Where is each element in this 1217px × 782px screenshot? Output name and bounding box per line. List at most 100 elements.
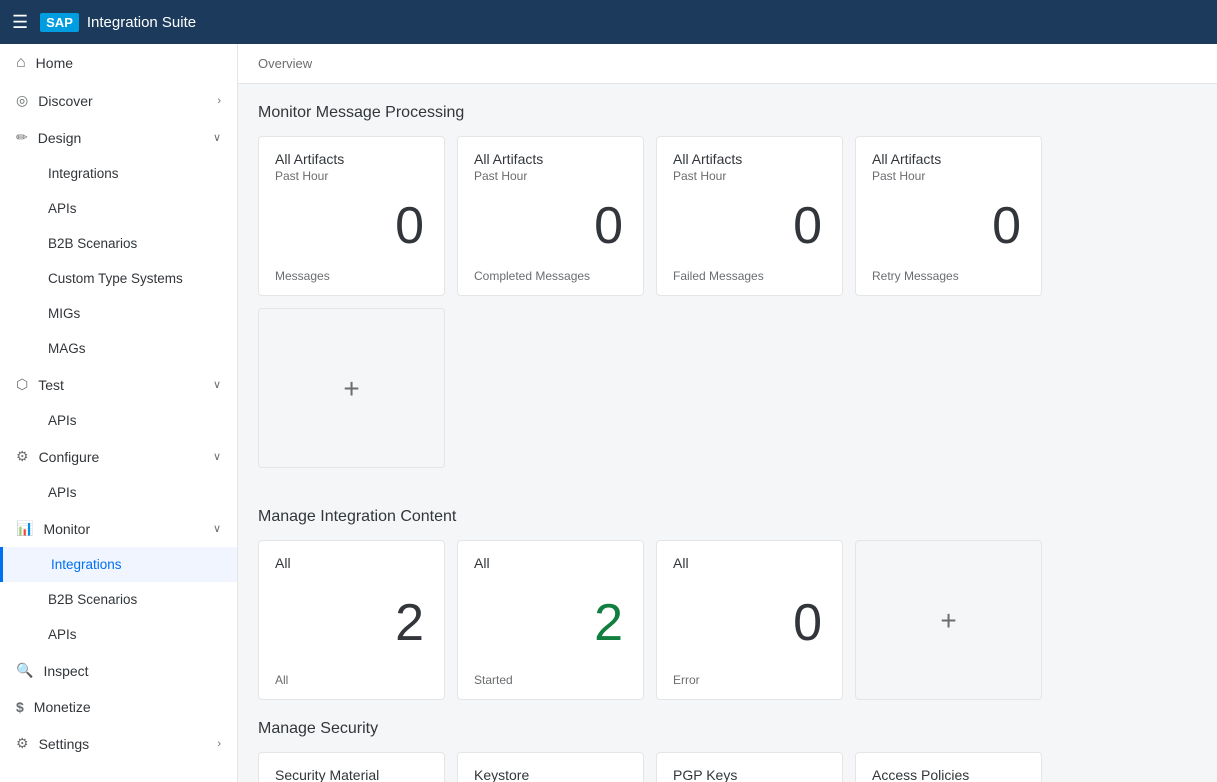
sidebar-inspect-label: Inspect bbox=[43, 663, 221, 679]
main-layout: ⌂ Home ◎ Discover › ✏ Design ∨ Integrati… bbox=[0, 44, 1217, 782]
manage-security-section: Manage Security Security Material 0 Arti… bbox=[238, 720, 1217, 782]
card-msg-retry[interactable]: All Artifacts Past Hour 0 Retry Messages bbox=[855, 136, 1042, 296]
card-int-started-header-main: All bbox=[474, 555, 627, 571]
sidebar-item-monetize[interactable]: $ Monetize bbox=[0, 689, 237, 725]
manage-security-cards: Security Material 0 Artifacts Keystore 8… bbox=[258, 752, 1197, 782]
inspect-icon: 🔍 bbox=[16, 662, 33, 679]
card-sec-keystore[interactable]: Keystore 8 Entries bbox=[457, 752, 644, 782]
sidebar-item-test[interactable]: ⬡ Test ∨ bbox=[0, 366, 237, 403]
chevron-down-icon: ∨ bbox=[213, 131, 221, 144]
card-msg-failed-footer: Failed Messages bbox=[673, 269, 826, 283]
chevron-down-icon-configure: ∨ bbox=[213, 450, 221, 463]
monitor-message-title: Monitor Message Processing bbox=[258, 104, 1197, 122]
card-msg-failed-header-sub: Past Hour bbox=[673, 169, 826, 183]
manage-integration-section: Manage Integration Content All 2 All All… bbox=[238, 488, 1217, 700]
card-msg-all[interactable]: All Artifacts Past Hour 0 Messages bbox=[258, 136, 445, 296]
settings-icon: ⚙ bbox=[16, 735, 29, 752]
home-icon: ⌂ bbox=[16, 54, 26, 72]
card-msg-completed[interactable]: All Artifacts Past Hour 0 Completed Mess… bbox=[457, 136, 644, 296]
card-msg-failed[interactable]: All Artifacts Past Hour 0 Failed Message… bbox=[656, 136, 843, 296]
monitor-message-section: Monitor Message Processing All Artifacts… bbox=[238, 84, 1217, 468]
sidebar-item-inspect[interactable]: 🔍 Inspect bbox=[0, 652, 237, 689]
card-msg-retry-header-main: All Artifacts bbox=[872, 151, 1025, 167]
sidebar-item-monitor-b2b[interactable]: B2B Scenarios bbox=[0, 582, 237, 617]
sidebar-b2b-label: B2B Scenarios bbox=[48, 236, 221, 251]
sidebar-item-custom-type[interactable]: Custom Type Systems bbox=[0, 261, 237, 296]
card-sec-pgp-header: PGP Keys bbox=[673, 767, 826, 782]
manage-integration-cards: All 2 All All 2 Started All 0 Err bbox=[258, 540, 1197, 700]
configure-icon: ⚙ bbox=[16, 448, 29, 465]
sidebar-item-monitor-apis[interactable]: APIs bbox=[0, 617, 237, 652]
card-int-all-number: 2 bbox=[275, 573, 428, 673]
sidebar-monitor-b2b-label: B2B Scenarios bbox=[48, 592, 221, 607]
sidebar-item-test-apis[interactable]: APIs bbox=[0, 403, 237, 438]
hamburger-icon[interactable]: ☰ bbox=[12, 12, 28, 33]
card-int-started-number: 2 bbox=[474, 573, 627, 673]
card-msg-all-header-main: All Artifacts bbox=[275, 151, 428, 167]
card-msg-completed-header-main: All Artifacts bbox=[474, 151, 627, 167]
breadcrumb: Overview bbox=[238, 44, 1217, 84]
card-sec-pgp[interactable]: PGP Keys 0 Keys bbox=[656, 752, 843, 782]
sidebar-item-configure[interactable]: ⚙ Configure ∨ bbox=[0, 438, 237, 475]
card-msg-all-footer: Messages bbox=[275, 269, 428, 283]
add-icon: + bbox=[343, 373, 359, 405]
sidebar-apis-label: APIs bbox=[48, 201, 221, 216]
sidebar-migs-label: MIGs bbox=[48, 306, 221, 321]
logo: SAP Integration Suite bbox=[40, 13, 196, 32]
card-sec-keystore-header: Keystore bbox=[474, 767, 627, 782]
sidebar-item-b2b[interactable]: B2B Scenarios bbox=[0, 226, 237, 261]
manage-security-title: Manage Security bbox=[258, 720, 1197, 738]
sidebar-monitor-integrations-label: Integrations bbox=[51, 557, 221, 572]
sidebar-item-settings[interactable]: ⚙ Settings › bbox=[0, 725, 237, 762]
sidebar-item-design[interactable]: ✏ Design ∨ bbox=[0, 119, 237, 156]
sidebar-test-apis-label: APIs bbox=[48, 413, 221, 428]
card-sec-material-header: Security Material bbox=[275, 767, 428, 782]
card-int-all-header-main: All bbox=[275, 555, 428, 571]
sidebar-configure-apis-label: APIs bbox=[48, 485, 221, 500]
chevron-down-icon-test: ∨ bbox=[213, 378, 221, 391]
sidebar-label: Home bbox=[36, 55, 221, 71]
test-icon: ⬡ bbox=[16, 376, 28, 393]
sidebar-mags-label: MAGs bbox=[48, 341, 221, 356]
card-msg-add[interactable]: + bbox=[258, 308, 445, 468]
card-msg-all-header-sub: Past Hour bbox=[275, 169, 428, 183]
sidebar-design-label: Design bbox=[38, 130, 203, 146]
card-int-all-footer: All bbox=[275, 673, 428, 687]
card-sec-material[interactable]: Security Material 0 Artifacts bbox=[258, 752, 445, 782]
topbar: ☰ SAP Integration Suite bbox=[0, 0, 1217, 44]
card-msg-completed-number: 0 bbox=[474, 183, 627, 269]
card-int-started-footer: Started bbox=[474, 673, 627, 687]
card-int-started[interactable]: All 2 Started bbox=[457, 540, 644, 700]
sidebar-item-monitor[interactable]: 📊 Monitor ∨ bbox=[0, 510, 237, 547]
card-msg-retry-number: 0 bbox=[872, 183, 1025, 269]
sidebar-settings-label: Settings bbox=[39, 736, 208, 752]
add-icon-int: + bbox=[940, 605, 956, 637]
sidebar-item-configure-apis[interactable]: APIs bbox=[0, 475, 237, 510]
sidebar-monetize-label: Monetize bbox=[34, 699, 221, 715]
card-sec-access-header: Access Policies bbox=[872, 767, 1025, 782]
sidebar-test-label: Test bbox=[38, 377, 203, 393]
card-int-error-number: 0 bbox=[673, 573, 826, 673]
sidebar-configure-label: Configure bbox=[39, 449, 203, 465]
card-msg-failed-number: 0 bbox=[673, 183, 826, 269]
monitor-icon: 📊 bbox=[16, 520, 33, 537]
sidebar-integrations-label: Integrations bbox=[48, 166, 221, 181]
sidebar-discover-label: Discover bbox=[38, 93, 207, 109]
sidebar-item-migs[interactable]: MIGs bbox=[0, 296, 237, 331]
sidebar-item-monitor-integrations[interactable]: Integrations bbox=[0, 547, 237, 582]
sidebar-monitor-label: Monitor bbox=[43, 521, 203, 537]
monitor-message-cards: All Artifacts Past Hour 0 Messages All A… bbox=[258, 136, 1197, 468]
sidebar-custom-type-label: Custom Type Systems bbox=[48, 271, 221, 286]
sidebar-item-integrations[interactable]: Integrations bbox=[0, 156, 237, 191]
sidebar-item-discover[interactable]: ◎ Discover › bbox=[0, 82, 237, 119]
sidebar-item-home[interactable]: ⌂ Home bbox=[0, 44, 237, 82]
card-int-all[interactable]: All 2 All bbox=[258, 540, 445, 700]
sidebar-item-apis[interactable]: APIs bbox=[0, 191, 237, 226]
card-int-error[interactable]: All 0 Error bbox=[656, 540, 843, 700]
sidebar-item-mags[interactable]: MAGs bbox=[0, 331, 237, 366]
card-int-add[interactable]: + bbox=[855, 540, 1042, 700]
manage-integration-title: Manage Integration Content bbox=[258, 508, 1197, 526]
card-int-error-header-main: All bbox=[673, 555, 826, 571]
sidebar-monitor-apis-label: APIs bbox=[48, 627, 221, 642]
card-sec-access[interactable]: Access Policies 0 Artifacts bbox=[855, 752, 1042, 782]
